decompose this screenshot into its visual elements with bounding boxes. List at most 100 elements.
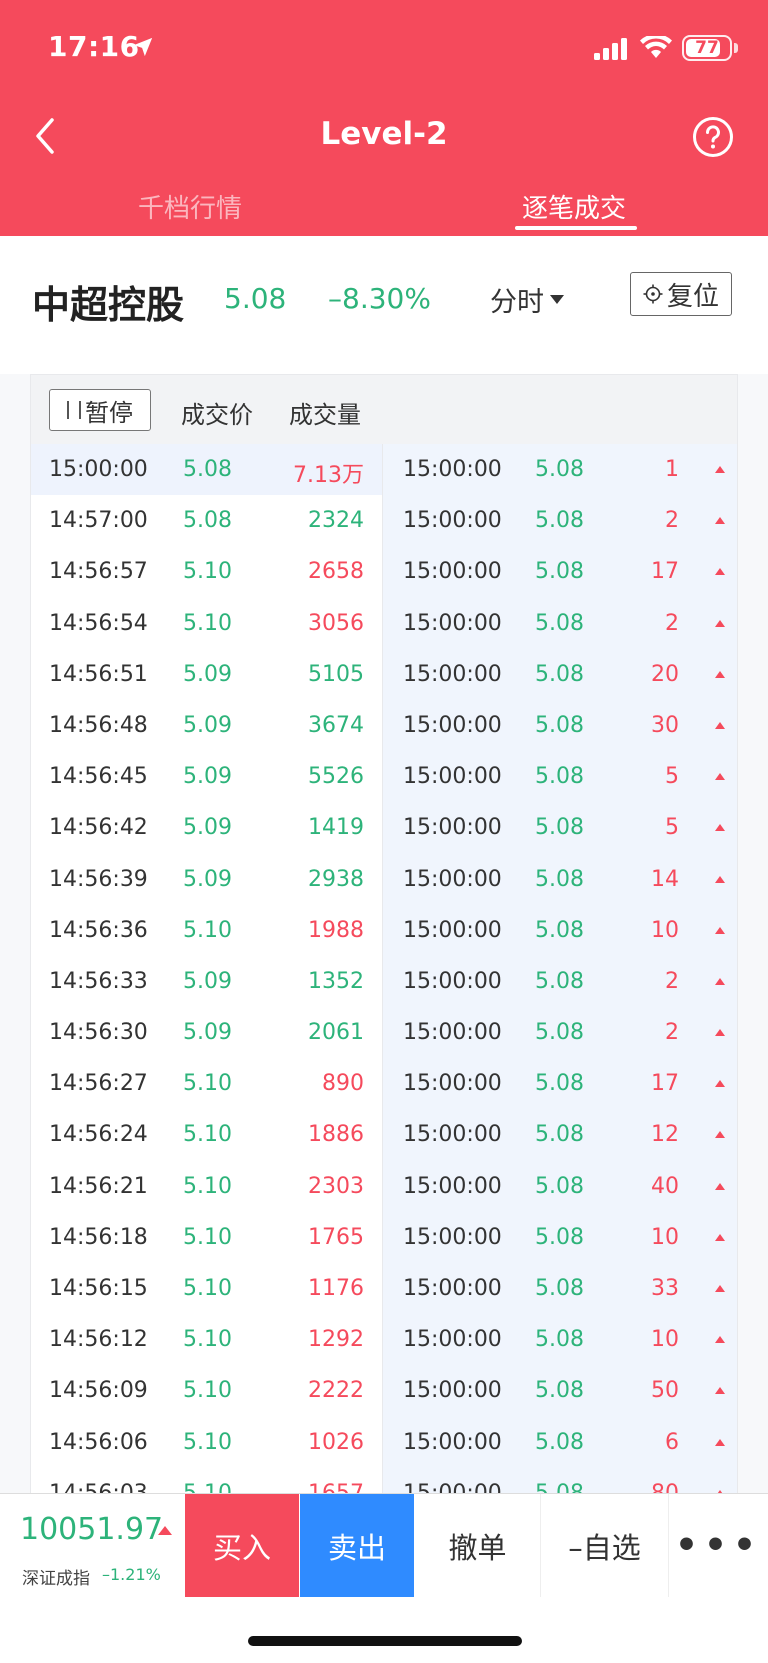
buy-direction-arrow-icon	[715, 1336, 725, 1344]
sell-button[interactable]: 卖出	[300, 1494, 414, 1597]
table-row: 15:00:00 5.08 12	[383, 1109, 737, 1160]
trade-price: 5.10	[183, 610, 232, 636]
table-row: 14:56:09 5.10 2222	[31, 1365, 382, 1416]
table-row: 15:00:00 5.08 50	[383, 1365, 737, 1416]
trade-volume: 5	[665, 764, 679, 790]
trade-price: 5.08	[535, 1327, 584, 1353]
trade-time: 14:56:45	[49, 764, 148, 790]
buy-direction-arrow-icon	[715, 1182, 725, 1190]
buy-direction-arrow-icon	[715, 977, 725, 985]
trade-price: 5.08	[535, 1224, 584, 1250]
table-row: 15:00:00 5.08 33	[383, 1263, 737, 1314]
buy-direction-arrow-icon	[715, 824, 725, 832]
table-row: 15:00:00 5.08 1	[383, 444, 737, 495]
trade-price: 5.10	[183, 1327, 232, 1353]
trade-price: 5.08	[535, 712, 584, 738]
tab-tick-trades[interactable]: 逐笔成交	[522, 188, 626, 225]
trade-volume: 2	[665, 1020, 679, 1046]
pause-button[interactable]: 暂停	[49, 389, 151, 431]
trade-list-left[interactable]: 15:00:00 5.08 7.13万 14:57:00 5.08 2324 14:56:5…	[30, 444, 383, 1493]
stock-change-pct: –8.30%	[328, 282, 431, 315]
stock-name: 中超控股	[32, 283, 185, 327]
trade-price: 5.08	[535, 1429, 584, 1455]
trade-list-right[interactable]: 15:00:00 5.08 1 15:00:00 5.08 2 15:00:00 5.08 17…	[383, 444, 738, 1493]
tick-trades-table[interactable]: 暂停 成交价 成交量 15:00:00 5.08 7.13万 14:57:00 5.08…	[0, 374, 768, 1493]
home-indicator[interactable]	[248, 1636, 522, 1646]
table-row: 14:56:15 5.10 1176	[31, 1263, 382, 1314]
trade-price: 5.08	[535, 457, 584, 482]
trade-volume: 7.13万	[293, 463, 364, 488]
crosshair-icon	[643, 284, 663, 304]
trade-volume: 1886	[308, 1122, 364, 1148]
trade-time: 14:56:15	[49, 1276, 148, 1301]
trade-time: 15:00:00	[403, 610, 502, 636]
buy-button[interactable]: 买入	[185, 1494, 299, 1597]
buy-direction-arrow-icon	[715, 773, 725, 781]
trade-time: 14:56:12	[49, 1327, 148, 1353]
help-icon[interactable]	[692, 116, 734, 158]
table-row: 15:00:00 5.08 2	[383, 495, 737, 546]
trade-price: 5.08	[535, 1173, 584, 1199]
trade-time: 15:00:00	[403, 1071, 502, 1097]
buy-direction-arrow-icon	[715, 517, 725, 525]
period-dropdown[interactable]: 分时	[490, 280, 564, 319]
trade-time: 15:00:00	[403, 1481, 502, 1493]
table-row: 15:00:00 5.08 6	[383, 1417, 737, 1468]
battery-level: 77	[695, 38, 719, 58]
trade-time: 15:00:00	[403, 661, 502, 687]
table-row: 14:56:48 5.09 3674	[31, 700, 382, 751]
table-row: 14:56:21 5.10 2303	[31, 1161, 382, 1212]
tab-depth-quotes[interactable]: 千档行情	[138, 188, 242, 225]
index-name: 深证成指	[22, 1569, 90, 1589]
trade-time: 15:00:00	[403, 712, 502, 738]
trade-volume: 1	[665, 457, 679, 482]
trade-time: 14:56:09	[49, 1378, 148, 1404]
trade-price: 5.10	[183, 1378, 232, 1404]
trade-price: 5.09	[183, 661, 232, 687]
trade-price: 5.10	[183, 917, 232, 943]
buy-direction-arrow-icon	[715, 721, 725, 729]
trade-time: 15:00:00	[403, 968, 502, 994]
pause-icon	[67, 401, 81, 419]
trade-time: 14:56:03	[49, 1481, 148, 1493]
table-row: 14:56:24 5.10 1886	[31, 1109, 382, 1160]
trade-price: 5.08	[535, 610, 584, 636]
more-button[interactable]: •••	[669, 1494, 768, 1597]
page-title: Level-2	[320, 116, 448, 152]
table-row: 15:00:00 5.08 10	[383, 905, 737, 956]
trade-price: 5.08	[535, 1276, 584, 1301]
trade-price: 5.10	[183, 1224, 232, 1250]
trade-time: 14:56:54	[49, 610, 148, 636]
trade-volume: 5526	[308, 764, 364, 790]
trade-time: 15:00:00	[403, 457, 502, 482]
trade-volume: 2	[665, 968, 679, 994]
trade-price: 5.10	[183, 1429, 232, 1455]
status-time: 17:16	[48, 30, 140, 63]
reset-button[interactable]: 复位	[630, 272, 732, 316]
trade-volume: 33	[651, 1276, 679, 1301]
cancel-order-button[interactable]: 撤单	[415, 1494, 541, 1597]
trade-time: 14:56:21	[49, 1173, 148, 1199]
table-row: 14:56:45 5.09 5526	[31, 751, 382, 802]
trade-price: 5.10	[183, 1122, 232, 1148]
trade-price: 5.10	[183, 1481, 232, 1493]
trade-volume: 1292	[308, 1327, 364, 1353]
trade-volume: 17	[651, 1071, 679, 1097]
trade-price: 5.08	[535, 815, 584, 841]
remove-watchlist-button[interactable]: –自选	[541, 1494, 669, 1597]
trade-time: 14:56:39	[49, 866, 148, 892]
trade-time: 15:00:00	[403, 866, 502, 892]
trade-volume: 40	[651, 1173, 679, 1199]
trade-time: 15:00:00	[403, 764, 502, 790]
buy-direction-arrow-icon	[715, 1080, 725, 1088]
trade-time: 15:00:00	[403, 1122, 502, 1148]
index-value[interactable]: 10051.97	[20, 1512, 163, 1547]
table-row: 15:00:00 5.08 5	[383, 751, 737, 802]
trade-volume: 2	[665, 508, 679, 534]
cellular-signal-icon	[594, 38, 627, 60]
trade-volume: 14	[651, 866, 679, 892]
table-row: 14:57:00 5.08 2324	[31, 495, 382, 546]
column-header-price: 成交价	[181, 401, 253, 429]
trade-time: 15:00:00	[403, 1020, 502, 1046]
trade-price: 5.08	[535, 866, 584, 892]
